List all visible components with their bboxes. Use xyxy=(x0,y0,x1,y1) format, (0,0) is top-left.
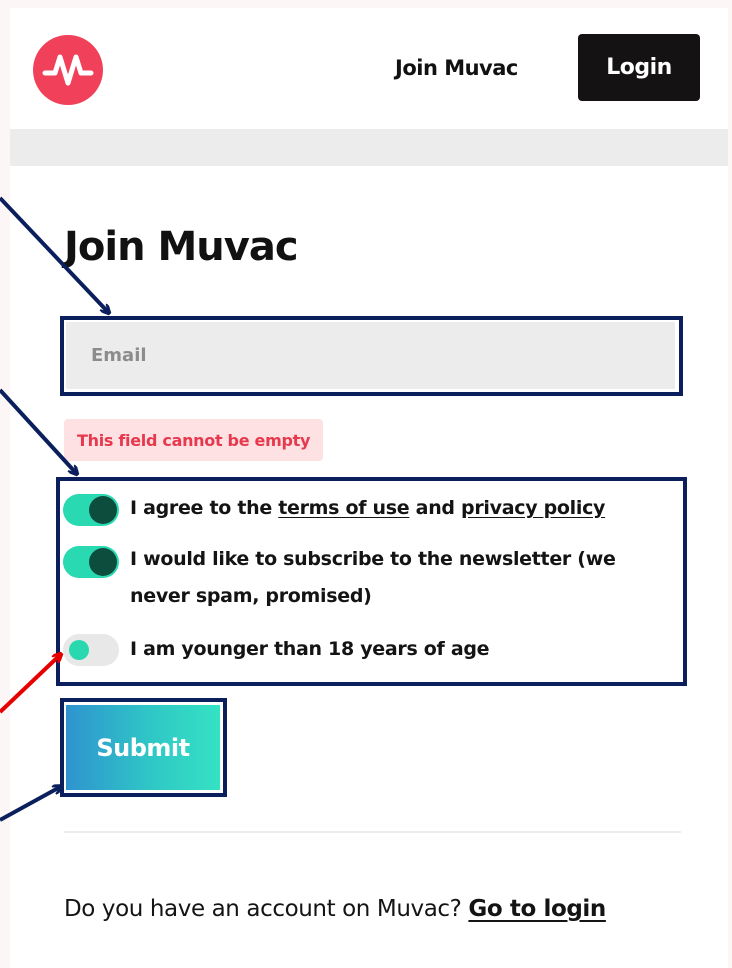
arrow-to-checkboxes xyxy=(0,388,76,473)
annotation-arrows xyxy=(0,196,732,822)
arrow-to-email xyxy=(0,196,108,312)
arrow-to-submit xyxy=(0,787,60,822)
arrow-to-age-toggle xyxy=(0,655,60,714)
